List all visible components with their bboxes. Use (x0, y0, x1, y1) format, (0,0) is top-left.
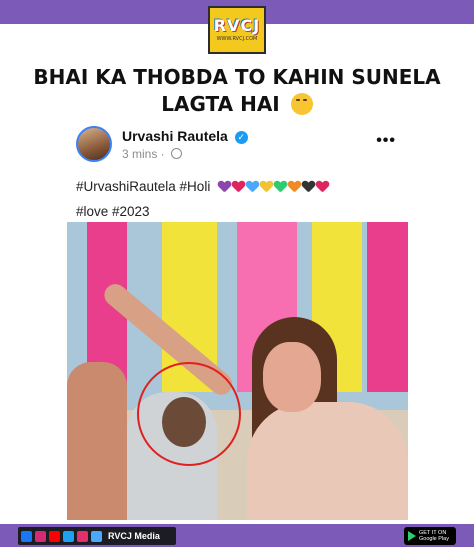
google-play-text: GET IT ON Google Play (419, 530, 449, 542)
post-meta: 3 mins · (122, 147, 183, 161)
caption-line-2[interactable]: #love #2023 (76, 199, 406, 224)
rvcj-logo: RVCJ WWW.RVCJ.COM (208, 6, 266, 54)
author-name[interactable]: Urvashi Rautela ✓ (122, 128, 248, 144)
woman-face (263, 342, 321, 412)
hearts-emoji-row (218, 181, 329, 193)
heart-emoji-icon (246, 181, 259, 193)
post-caption: #UrvashiRautela #Holi #love #2023 (76, 174, 406, 224)
globe-icon (171, 148, 183, 159)
headline-text: BHAI KA THOBDA TO KAHIN SUNELA LAGTA HAI (33, 65, 441, 116)
post-time: 3 mins · (122, 147, 165, 161)
snapchat-icon[interactable] (77, 530, 88, 542)
heart-emoji-icon (218, 181, 231, 193)
person-left (67, 362, 127, 520)
social-label: RVCJ Media (108, 531, 160, 541)
woman-body (247, 402, 408, 520)
telegram-icon[interactable] (91, 530, 102, 542)
twitter-icon[interactable] (63, 530, 74, 542)
social-links[interactable]: RVCJ Media (18, 527, 176, 545)
caption-hashtags[interactable]: #UrvashiRautela #Holi (76, 179, 210, 194)
heart-emoji-icon (260, 181, 273, 193)
headline: BHAI KA THOBDA TO KAHIN SUNELA LAGTA HAI (20, 64, 454, 118)
store-line-2: Google Play (419, 536, 449, 542)
google-play-icon (408, 531, 416, 541)
heart-emoji-icon (316, 181, 329, 193)
instagram-icon[interactable] (35, 530, 46, 542)
google-play-badge[interactable]: GET IT ON Google Play (404, 527, 456, 545)
author-name-text: Urvashi Rautela (122, 128, 228, 144)
giggle-emoji-icon (290, 93, 313, 115)
decor-stripe (367, 222, 408, 392)
caption-line-1: #UrvashiRautela #Holi (76, 174, 406, 199)
highlight-circle (137, 362, 241, 466)
avatar[interactable] (76, 126, 112, 162)
logo-sub: WWW.RVCJ.COM (216, 36, 258, 42)
heart-emoji-icon (232, 181, 245, 193)
logo-text: RVCJ (213, 16, 261, 35)
heart-emoji-icon (302, 181, 315, 193)
youtube-icon[interactable] (49, 530, 60, 542)
more-options-icon[interactable]: ••• (376, 132, 396, 150)
post-header: Urvashi Rautela ✓ 3 mins · ••• (76, 126, 406, 164)
post-photo[interactable] (67, 222, 408, 520)
facebook-icon[interactable] (21, 530, 32, 542)
heart-emoji-icon (288, 181, 301, 193)
verified-badge-icon: ✓ (234, 131, 248, 144)
heart-emoji-icon (274, 181, 287, 193)
